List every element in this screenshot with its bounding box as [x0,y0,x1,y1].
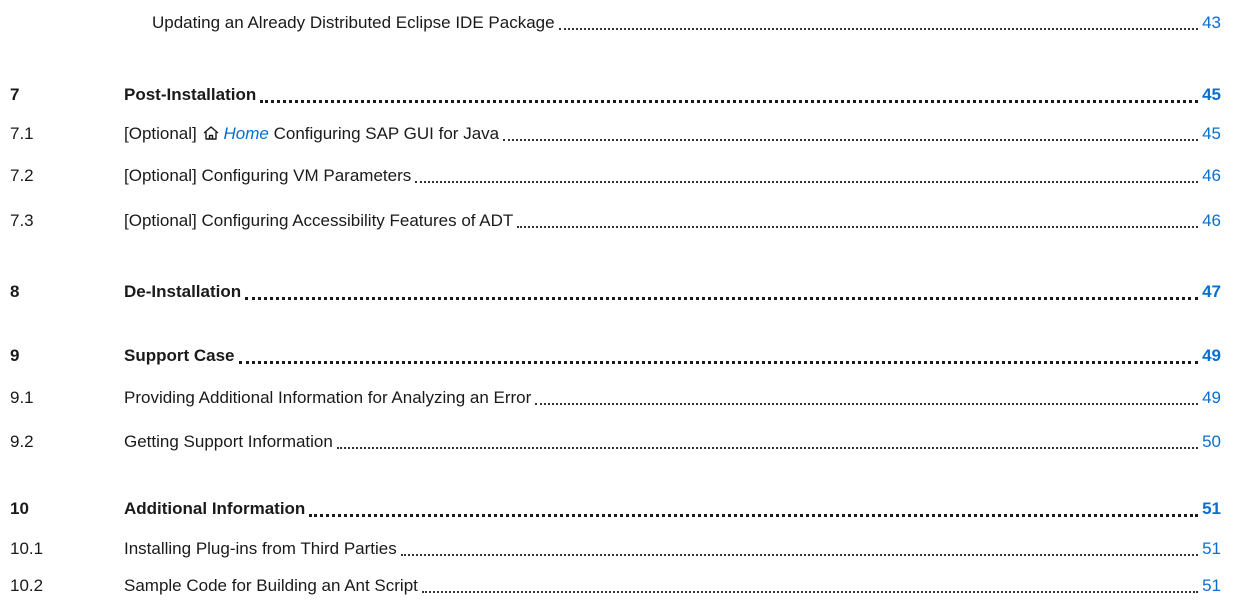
section-number: 9.1 [10,388,34,407]
chapter-title: Post-Installation [124,85,257,104]
dot-leader [503,120,1199,141]
toc-entry[interactable]: 7.2 [Optional] Configuring VM Parameters… [0,162,1235,190]
toc-entry[interactable]: 7.3 [Optional] Configuring Accessibility… [0,207,1235,235]
dot-leader [336,428,1199,449]
dot-leader [400,535,1199,556]
toc-page-link[interactable]: 51 [1202,576,1221,596]
section-number: 7.3 [10,211,34,230]
toc-page-link[interactable]: 43 [1202,13,1221,33]
chapter-number: 10 [10,499,29,518]
title-suffix: Configuring SAP GUI for Java [268,124,500,143]
toc-chapter-entry[interactable]: 8 De-Installation 47 [0,278,1235,306]
toc-page-link[interactable]: 51 [1202,499,1221,519]
title-prefix: [Optional] [124,124,202,143]
toc-page-link[interactable]: 45 [1202,85,1221,105]
toc-entry-title: [Optional] Configuring VM Parameters [124,166,412,185]
chapter-number: 8 [10,282,20,301]
toc-entry[interactable]: 10.2 Sample Code for Building an Ant Scr… [0,572,1235,600]
home-link[interactable]: Home [202,124,269,143]
home-link-text[interactable]: Home [224,124,269,143]
home-icon [203,126,218,140]
toc-entry-title: Installing Plug-ins from Third Parties [124,539,397,558]
dot-leader [238,342,1199,364]
toc-chapter-entry[interactable]: 7 Post-Installation 45 [0,81,1235,109]
toc-entry[interactable]: 7.1 [Optional] Home Configuring SAP GUI … [0,120,1235,148]
toc-entry-title: Providing Additional Information for Ana… [124,388,532,407]
section-number: 9.2 [10,432,34,451]
dot-leader [517,207,1199,228]
toc-page-link[interactable]: 49 [1202,346,1221,366]
toc-entry-title: [Optional] Home Configuring SAP GUI for … [124,124,499,144]
chapter-title: Support Case [124,346,235,365]
toc-entry[interactable]: 9.2 Getting Support Information 50 [0,428,1235,456]
toc-entry-title: Updating an Already Distributed Eclipse … [152,13,555,32]
section-number: 10.2 [10,576,44,595]
toc-entry[interactable]: Updating an Already Distributed Eclipse … [0,9,1235,37]
chapter-title: De-Installation [124,282,242,301]
dot-leader [421,572,1199,593]
toc-page-link[interactable]: 46 [1202,211,1221,231]
dot-leader [260,81,1199,103]
toc-entry-title: Getting Support Information [124,432,333,451]
section-number: 7.2 [10,166,34,185]
dot-leader [245,278,1199,300]
toc-page-link[interactable]: 45 [1202,124,1221,144]
toc-page-link[interactable]: 47 [1202,282,1221,302]
toc-page-link[interactable]: 51 [1202,539,1221,559]
toc-entry-title: [Optional] Configuring Accessibility Fea… [124,211,514,230]
dot-leader [558,9,1199,30]
dot-leader [415,162,1199,183]
chapter-title: Additional Information [124,499,306,518]
toc-chapter-entry[interactable]: 10 Additional Information 51 [0,495,1235,523]
dot-leader [535,384,1199,405]
chapter-number: 9 [10,346,20,365]
chapter-number: 7 [10,85,20,104]
section-number: 10.1 [10,539,44,558]
table-of-contents: Updating an Already Distributed Eclipse … [0,0,1235,610]
toc-entry[interactable]: 10.1 Installing Plug-ins from Third Part… [0,535,1235,563]
toc-page-link[interactable]: 46 [1202,166,1221,186]
section-number: 7.1 [10,124,34,143]
toc-page-link[interactable]: 49 [1202,388,1221,408]
toc-page-link[interactable]: 50 [1202,432,1221,452]
dot-leader [309,495,1199,517]
toc-entry[interactable]: 9.1 Providing Additional Information for… [0,384,1235,412]
toc-entry-title: Sample Code for Building an Ant Script [124,576,418,595]
toc-chapter-entry[interactable]: 9 Support Case 49 [0,342,1235,370]
